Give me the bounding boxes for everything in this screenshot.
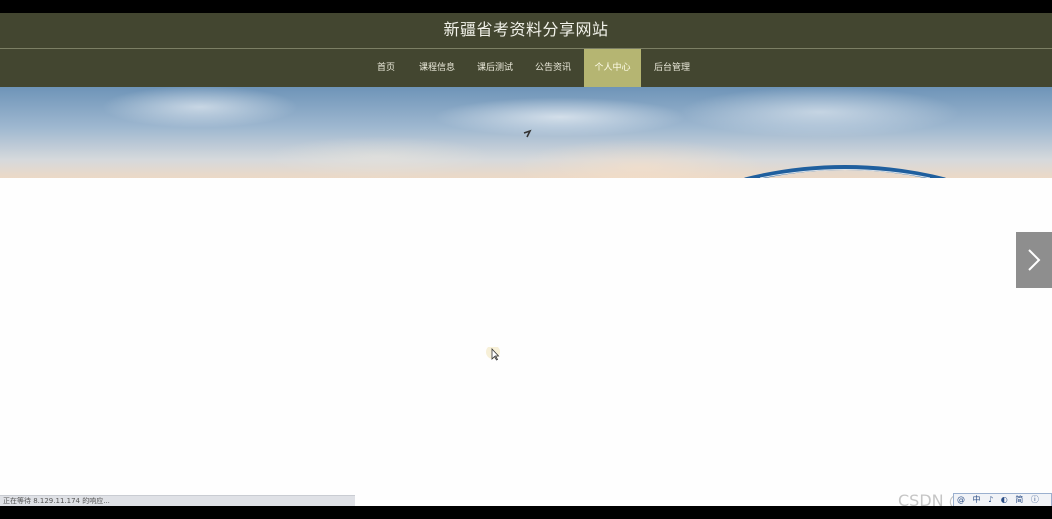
nav-item-home[interactable]: 首页 xyxy=(367,49,405,87)
banner-image xyxy=(523,129,946,178)
ime-at-icon[interactable]: @ xyxy=(957,495,965,504)
ime-toolbar[interactable]: @ 中 ♪ ◐ 简 ⓘ xyxy=(953,493,1052,506)
ime-info-icon[interactable]: ⓘ xyxy=(1031,495,1039,504)
ime-simplified-icon[interactable]: 简 xyxy=(1015,495,1023,504)
ime-voice-icon[interactable]: ♪ xyxy=(988,495,993,504)
page: 新疆省考资料分享网站 首页 课程信息 课后测试 公告资讯 个人中心 后台管理 正… xyxy=(0,13,1052,506)
nav-item-course-info[interactable]: 课程信息 xyxy=(414,49,460,87)
bird-shape xyxy=(523,129,532,138)
mouse-pointer-icon xyxy=(486,345,502,363)
site-header: 新疆省考资料分享网站 xyxy=(0,13,1052,48)
nav-item-announcements[interactable]: 公告资讯 xyxy=(530,49,576,87)
ime-chinese-mode[interactable]: 中 xyxy=(973,495,981,504)
nav-item-admin[interactable]: 后台管理 xyxy=(649,49,695,87)
carousel-next-button[interactable] xyxy=(1016,232,1052,288)
nav-item-after-class-test[interactable]: 课后测试 xyxy=(472,49,518,87)
nav-item-personal-center[interactable]: 个人中心 xyxy=(584,49,641,87)
chevron-right-icon xyxy=(1028,249,1041,271)
carousel-banner[interactable] xyxy=(0,87,1052,178)
ime-halfwidth-icon[interactable]: ◐ xyxy=(1001,495,1008,504)
main-nav: 首页 课程信息 课后测试 公告资讯 个人中心 后台管理 xyxy=(0,49,1052,87)
site-title: 新疆省考资料分享网站 xyxy=(443,20,609,39)
browser-status-bar: 正在等待 8.129.11.174 的响应... xyxy=(0,495,355,506)
